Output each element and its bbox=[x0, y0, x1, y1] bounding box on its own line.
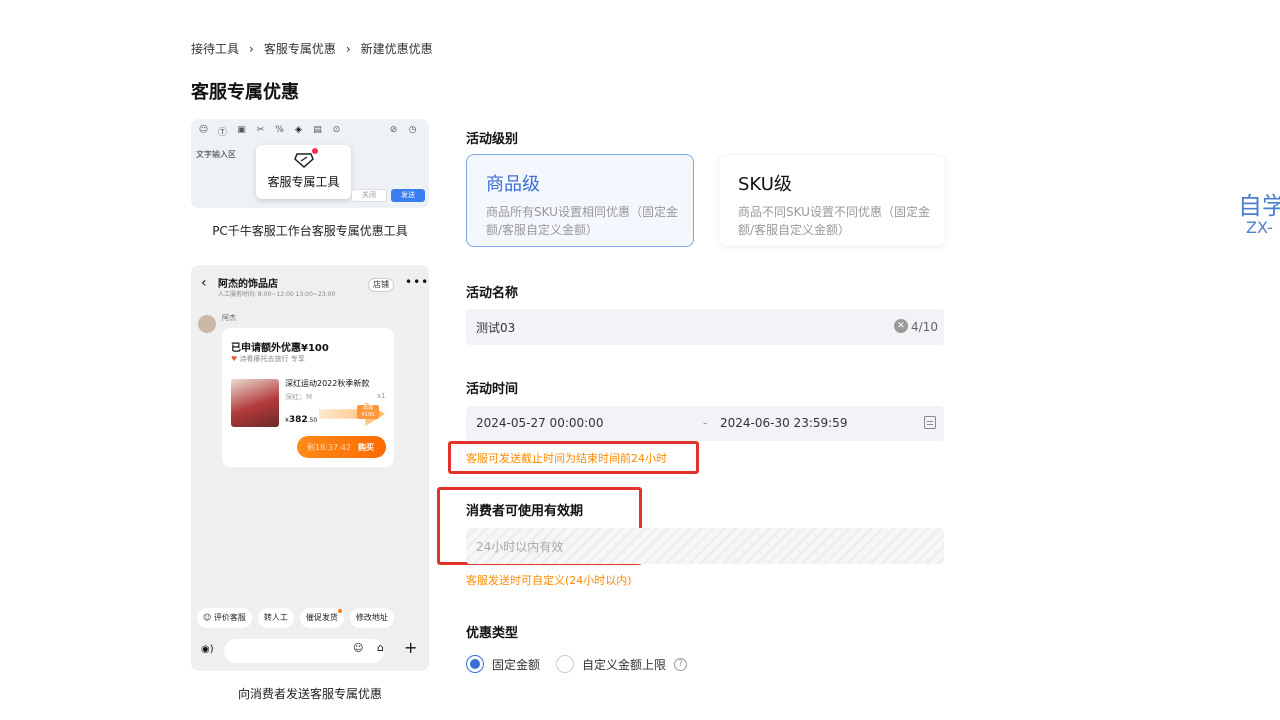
char-count: 4/10 bbox=[911, 320, 938, 334]
level-label: 活动级别 bbox=[466, 132, 519, 147]
activity-name-value: 测试03 bbox=[476, 321, 516, 335]
breadcrumb-item-current: 新建优惠优惠 bbox=[360, 42, 433, 56]
buy-label: 购买 bbox=[358, 443, 374, 452]
pc-close-button: 关闭 bbox=[351, 189, 387, 202]
search-icon: ⊙ bbox=[332, 125, 341, 135]
phone-shop-name: 阿杰的饰品店 bbox=[218, 279, 278, 290]
quick-action-urge: 催促发货 bbox=[299, 608, 344, 628]
validity-placeholder: 24小时以内有效 bbox=[476, 540, 564, 554]
level-option-desc: 商品所有SKU设置相同优惠（固定金额/客服自定义金额） bbox=[486, 205, 678, 237]
quick-action-address: 修改地址 bbox=[349, 608, 394, 628]
level-option-title: 商品级 bbox=[486, 174, 540, 195]
phone-preview-image: ‹ 阿杰的饰品店 人工服务时间: 8:00~12:00 13:00~23:00 … bbox=[191, 265, 429, 671]
image-icon: ▣ bbox=[237, 125, 246, 135]
emoji-icon: ☺ bbox=[353, 643, 364, 654]
quick-action-label: 评价客服 bbox=[213, 613, 246, 622]
start-time[interactable]: 2024-05-27 00:00:00 bbox=[476, 416, 603, 430]
time-label: 活动时间 bbox=[466, 382, 519, 397]
quick-action-label: 催促发货 bbox=[305, 613, 338, 622]
bubble-title: 已申请额外优惠¥100 bbox=[231, 343, 329, 354]
phone-preview-caption: 向消费者发送客服专属优惠 bbox=[237, 687, 382, 701]
product-name: 深红运动2022秋季新款 bbox=[285, 379, 370, 388]
chevron-right-icon: › bbox=[345, 41, 351, 56]
radio-custom-amount[interactable] bbox=[556, 655, 575, 673]
product-image bbox=[231, 379, 279, 427]
avatar bbox=[198, 315, 216, 333]
bag-icon: ⌂ bbox=[377, 641, 384, 654]
phone-sender-name: 阿杰 bbox=[222, 314, 236, 322]
clear-icon[interactable]: ✕ bbox=[894, 319, 908, 333]
level-option-title: SKU级 bbox=[738, 174, 792, 195]
smile-icon: ☺ bbox=[203, 613, 214, 622]
pc-tool-label: 客服专属工具 bbox=[267, 175, 340, 189]
breadcrumb: 接待工具 › 客服专属优惠 › 新建优惠优惠 bbox=[191, 40, 433, 57]
phone-message-bubble: 已申请额外优惠¥100 ♥ 诗肴瘆托去旅行 专享 深红运动2022秋季新款 深红… bbox=[222, 328, 394, 467]
back-arrow-icon: ‹ bbox=[201, 275, 207, 291]
activity-name-input[interactable]: 测试03 ✕ 4/10 bbox=[466, 309, 944, 345]
breadcrumb-item[interactable]: 客服专属优惠 bbox=[264, 40, 336, 57]
validity-hint: 客服发送时可自定义(24小时以内) bbox=[466, 574, 632, 587]
pc-tool-popover: 客服专属工具 bbox=[256, 145, 351, 199]
breadcrumb-item[interactable]: 接待工具 bbox=[191, 40, 239, 57]
pc-preview-caption: PC千牛客服工作台客服专属优惠工具 bbox=[212, 224, 408, 238]
time-separator: - bbox=[703, 416, 708, 430]
pc-send-button: 发送 bbox=[391, 189, 425, 202]
heart-icon: ♥ bbox=[231, 355, 240, 363]
product-price: ¥382.50 bbox=[285, 415, 317, 425]
price-integer: 382 bbox=[288, 415, 308, 425]
pc-preview-image: ☺ Ⓣ ▣ ✂ % ◈ ▤ ⊙ ⊘ ◷ 文字输入区 客服专属工具 关闭 发送 bbox=[191, 119, 429, 208]
notification-dot bbox=[311, 148, 318, 154]
activity-time-range[interactable]: 2024-05-27 00:00:00 - 2024-06-30 23:59:5… bbox=[466, 406, 944, 441]
pc-toolbar: ☺ Ⓣ ▣ ✂ % ◈ ▤ ⊙ ⊘ ◷ bbox=[197, 125, 417, 138]
validity-label: 消费者可使用有效期 bbox=[466, 504, 584, 519]
scissors-icon: ✂ bbox=[256, 125, 265, 135]
level-option-sku[interactable]: SKU级 商品不同SKU设置不同优惠（固定金额/客服自定义金额） bbox=[718, 154, 946, 247]
bubble-subtitle-row: ♥ 诗肴瘆托去旅行 专享 bbox=[231, 354, 305, 364]
end-time[interactable]: 2024-06-30 23:59:59 bbox=[720, 416, 847, 430]
price-tag-label: 再减¥100 bbox=[357, 405, 379, 419]
time-hint: 客服可发送截止时间为结束时间前24小时 bbox=[466, 452, 667, 465]
quick-actions: ☺ 评价客服 转人工 催促发货 修改地址 bbox=[197, 608, 394, 628]
help-icon[interactable]: ? bbox=[674, 657, 688, 671]
level-option-desc: 商品不同SKU设置不同优惠（固定金额/客服自定义金额） bbox=[738, 205, 930, 237]
watermark-line2: ZX- bbox=[1246, 218, 1273, 237]
page-title: 客服专属优惠 bbox=[191, 82, 299, 103]
quick-action-transfer: 转人工 bbox=[257, 608, 294, 628]
radio-fixed-amount[interactable] bbox=[466, 655, 484, 673]
phone-header: ‹ 阿杰的饰品店 人工服务时间: 8:00~12:00 13:00~23:00 … bbox=[191, 265, 429, 303]
price-decimal: .50 bbox=[307, 417, 318, 424]
validity-input: 24小时以内有效 bbox=[466, 528, 944, 564]
plus-icon: + bbox=[404, 638, 418, 657]
calendar-icon[interactable] bbox=[924, 416, 936, 429]
buy-button: 剩18:37:42 购买 bbox=[297, 436, 386, 458]
product-spec: 深红；M bbox=[285, 393, 313, 401]
text-icon: Ⓣ bbox=[217, 128, 227, 138]
compass-icon: ⊘ bbox=[389, 125, 398, 135]
coupon-icon: ◈ bbox=[295, 125, 302, 135]
discount-type-label: 优惠类型 bbox=[466, 626, 519, 641]
chevron-right-icon: › bbox=[249, 41, 254, 56]
name-label: 活动名称 bbox=[466, 286, 519, 301]
radio-custom-amount-label[interactable]: 自定义金额上限 bbox=[582, 656, 666, 673]
watermark-line1: 自学 bbox=[1238, 192, 1280, 220]
phone-input-bar: ◉) ☺ ⌂ + bbox=[191, 635, 429, 671]
bubble-subtitle: 诗肴瘆托去旅行 专享 bbox=[239, 355, 305, 363]
more-icon: ••• bbox=[405, 275, 429, 289]
phone-store-button: 店铺 bbox=[368, 278, 394, 292]
percent-icon: % bbox=[275, 125, 284, 135]
phone-service-hours: 人工服务时间: 8:00~12:00 13:00~23:00 bbox=[218, 291, 336, 298]
notification-dot bbox=[337, 609, 342, 613]
discount-type-radio-group: 固定金额 自定义金额上限 ? bbox=[466, 655, 688, 673]
level-option-product[interactable]: 商品级 商品所有SKU设置相同优惠（固定金额/客服自定义金额） bbox=[466, 154, 694, 247]
product-qty: x1 bbox=[377, 392, 386, 400]
document-icon: ▤ bbox=[313, 125, 322, 135]
pc-input-label: 文字输入区 bbox=[196, 150, 236, 159]
coupon-tool-icon bbox=[293, 148, 318, 169]
radio-fixed-amount-label[interactable]: 固定金额 bbox=[492, 656, 540, 673]
quick-action-rate: ☺ 评价客服 bbox=[197, 608, 252, 628]
countdown-timer: 剩18:37:42 bbox=[307, 443, 351, 452]
clock-icon: ◷ bbox=[408, 125, 417, 135]
emoji-icon: ☺ bbox=[198, 125, 209, 135]
voice-icon: ◉) bbox=[201, 644, 214, 655]
